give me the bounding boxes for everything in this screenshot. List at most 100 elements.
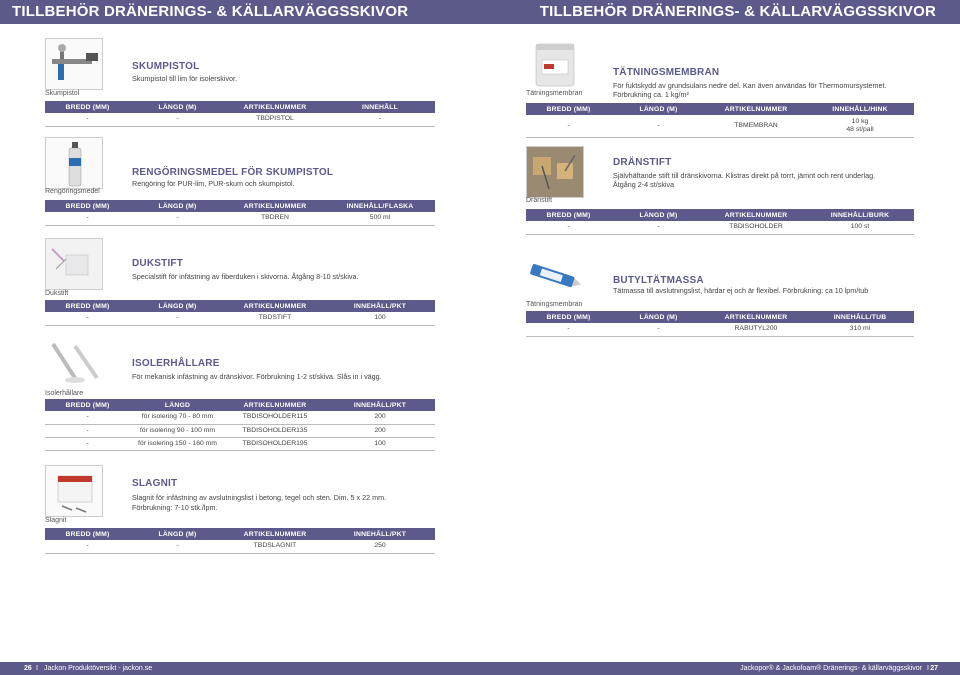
- table-cell: -: [130, 113, 225, 127]
- column-header: BREDD (MM): [45, 528, 130, 540]
- table-row: - för isolering 150 - 160 mm TBDISOHOLDE…: [45, 437, 435, 451]
- dukstift-caption: Dukstift: [45, 290, 69, 297]
- slagnit-table: BREDD (MM) LÄNGD (M) ARTIKELNUMMER INNEH…: [45, 528, 435, 554]
- dranstift-consumption: Åtgång 2-4 st/skiva: [613, 180, 675, 189]
- column-header: ARTIKELNUMMER: [706, 103, 806, 115]
- rengoringsmedel-caption: Rengöringsmedel: [45, 188, 100, 195]
- table-cell: -: [130, 312, 225, 326]
- tatningsmembran-consumption: Förbrukning ca. 1 kg/m²: [613, 90, 689, 99]
- table-cell: RABUTYL200: [706, 323, 806, 337]
- table-cell: TBDISOHOLDER: [706, 221, 806, 235]
- column-header: LÄNGD (M): [611, 103, 706, 115]
- slagnit-title: SLAGNIT: [132, 478, 178, 489]
- table-cell: TBDISOHOLDER135: [225, 424, 325, 438]
- butyltatmassa-title: BUTYLTÄTMASSA: [613, 275, 704, 286]
- butyltatmassa-table: BREDD (MM) LÄNGD (M) ARTIKELNUMMER INNEH…: [526, 311, 914, 337]
- table-row: - - TBDSTIFT 100: [45, 312, 435, 326]
- tatningsmembran-image: [526, 38, 584, 90]
- table-cell: -: [45, 212, 130, 226]
- dranstift-title: DRÄNSTIFT: [613, 157, 672, 168]
- table-cell: -: [611, 323, 706, 337]
- page-footer: 26 I Jackon Produktöversikt - jackon.se …: [0, 662, 960, 675]
- rengoringsmedel-title: RENGÖRINGSMEDEL FÖR SKUMPISTOL: [132, 167, 334, 178]
- tatningsmembran-caption: Tätningsmembran: [526, 90, 583, 97]
- isolerhallare-caption: Isolerhållare: [45, 390, 84, 397]
- table-cell: -: [130, 212, 225, 226]
- page-header: TILLBEHÖR DRÄNERINGS- & KÄLLARVÄGGSSKIVO…: [0, 0, 960, 24]
- tatningsmembran-title: TÄTNINGSMEMBRAN: [613, 67, 720, 78]
- column-header: BREDD (MM): [526, 103, 611, 115]
- table-cell: TBDPISTOL: [225, 113, 325, 127]
- column-header: ARTIKELNUMMER: [706, 311, 806, 323]
- table-cell: -: [325, 113, 435, 127]
- table-row: - - TBDISOHOLDER 100 st: [526, 221, 914, 235]
- table-cell: -: [526, 323, 611, 337]
- table-cell: 100 st: [806, 221, 914, 235]
- page-number-right: 27: [930, 665, 938, 672]
- footer-text-right: Jackopor® & Jackofoam® Dränerings- & käl…: [740, 665, 922, 672]
- isolerhallare-desc: För mekanisk infästning av dränskivor. F…: [132, 372, 382, 381]
- table-cell: -: [45, 437, 130, 451]
- dranstift-table: BREDD (MM) LÄNGD (M) ARTIKELNUMMER INNEH…: [526, 209, 914, 235]
- table-cell: 310 ml: [806, 323, 914, 337]
- table-cell: -: [526, 221, 611, 235]
- table-cell: -: [611, 115, 706, 138]
- column-header: INNEHÅLL/PKT: [325, 528, 435, 540]
- table-cell: för isolering 150 - 160 mm: [130, 437, 225, 451]
- dukstift-desc: Specialstift för infästning av fiberduke…: [132, 272, 359, 281]
- table-cell: TBDSTIFT: [225, 312, 325, 326]
- column-header: BREDD (MM): [45, 399, 130, 411]
- column-header: INNEHÅLL: [325, 101, 435, 113]
- column-header: BREDD (MM): [45, 300, 130, 312]
- column-header: ARTIKELNUMMER: [225, 300, 325, 312]
- column-header: BREDD (MM): [526, 209, 611, 221]
- butyltatmassa-caption: Tätningsmembran: [526, 301, 583, 308]
- column-header: ARTIKELNUMMER: [225, 528, 325, 540]
- skumpistol-title: SKUMPISTOL: [132, 61, 200, 72]
- column-header: LÄNGD (M): [611, 209, 706, 221]
- table-row: - för isolering 70 - 80 mm TBDISOHOLDER1…: [45, 411, 435, 425]
- skumpistol-table: BREDD (MM) LÄNGD (M) ARTIKELNUMMER INNEH…: [45, 101, 435, 127]
- dukstift-image: [45, 238, 103, 290]
- table-cell: för isolering 90 - 100 mm: [130, 424, 225, 438]
- table-row: - - TBDREN 500 ml: [45, 212, 435, 226]
- tatningsmembran-desc: För fuktskydd av grundsulans nedre del. …: [613, 81, 887, 90]
- slagnit-caption: Slagnit: [45, 517, 67, 524]
- header-title-right: TILLBEHÖR DRÄNERINGS- & KÄLLARVÄGGSSKIVO…: [539, 3, 936, 20]
- table-cell: -: [45, 411, 130, 425]
- column-header: LÄNGD (M): [130, 528, 225, 540]
- table-cell: TBDISOHOLDER195: [225, 437, 325, 451]
- dranstift-caption: Dränstift: [526, 197, 553, 204]
- table-cell: TBDSLAGNIT: [225, 540, 325, 554]
- column-header: INNEHÅLL/FLASKA: [325, 200, 435, 212]
- column-header: LÄNGD (M): [130, 300, 225, 312]
- dukstift-table: BREDD (MM) LÄNGD (M) ARTIKELNUMMER INNEH…: [45, 300, 435, 326]
- column-header: INNEHÅLL/BURK: [806, 209, 914, 221]
- footer-separator-left: I: [36, 665, 38, 672]
- column-header: LÄNGD: [130, 399, 225, 411]
- slagnit-consumption: Förbrukning: 7-10 stk./lpm.: [132, 503, 218, 512]
- column-header: ARTIKELNUMMER: [225, 101, 325, 113]
- dukstift-title: DUKSTIFT: [132, 258, 184, 269]
- table-cell: -: [526, 115, 611, 138]
- table-row: - - TBDPISTOL -: [45, 113, 435, 127]
- slagnit-desc: Slagnit för infästning av avslutningslis…: [132, 493, 387, 502]
- column-header: ARTIKELNUMMER: [225, 200, 325, 212]
- tatningsmembran-table: BREDD (MM) LÄNGD (M) ARTIKELNUMMER INNEH…: [526, 103, 914, 138]
- footer-separator-right: I: [927, 665, 929, 672]
- isolerhallare-title: ISOLERHÅLLARE: [132, 358, 220, 369]
- table-cell: -: [45, 113, 130, 127]
- column-header: INNEHÅLL/TUB: [806, 311, 914, 323]
- page-number-left: 26: [24, 665, 32, 672]
- column-header: ARTIKELNUMMER: [706, 209, 806, 221]
- skumpistol-caption: Skumpistol: [45, 90, 80, 97]
- column-header: BREDD (MM): [45, 200, 130, 212]
- table-row: - för isolering 90 - 100 mm TBDISOHOLDER…: [45, 424, 435, 438]
- skumpistol-image: [45, 38, 103, 90]
- table-cell: 100: [325, 312, 435, 326]
- column-header: ARTIKELNUMMER: [225, 399, 325, 411]
- table-cell: TBDREN: [225, 212, 325, 226]
- rengoringsmedel-desc: Rengöring för PUR-lim, PUR-skum och skum…: [132, 179, 295, 188]
- isolerhallare-table: BREDD (MM) LÄNGD ARTIKELNUMMER INNEHÅLL/…: [45, 399, 435, 451]
- table-row: - - RABUTYL200 310 ml: [526, 323, 914, 337]
